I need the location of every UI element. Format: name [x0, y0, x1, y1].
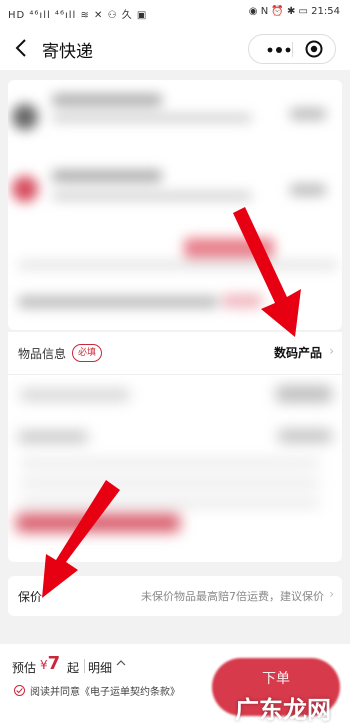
insurance-hint: 未保价物品最高赔7倍运费，建议保价 [141, 590, 324, 603]
miniapp-capsule [248, 34, 336, 64]
watermark-logo: 广东龙网 [235, 696, 331, 724]
back-arrow-icon[interactable] [12, 36, 32, 60]
capsule-divider [292, 42, 293, 57]
agreement-text[interactable]: 阅读并同意《电子运单契约条款》 [30, 683, 180, 698]
red-arrow-down-icon [233, 207, 301, 337]
price-divider [84, 659, 85, 673]
chevron-right-icon: › [329, 587, 334, 601]
goods-type-value: 数码产品 [273, 346, 322, 360]
goods-info-label: 物品信息 [18, 347, 67, 361]
red-arrow-down-left-icon [42, 480, 120, 598]
more-icon[interactable] [267, 47, 291, 53]
price-from-label: 起 [67, 661, 80, 675]
nav-bar: 寄快递 [0, 26, 350, 70]
status-right-icons: ◉ N ⏰ ✱ ▭ 21:54 [248, 6, 340, 17]
chevron-up-icon[interactable] [116, 658, 126, 668]
agreement-checkbox[interactable] [14, 685, 25, 696]
close-miniapp-icon[interactable] [305, 40, 323, 58]
estimated-price: ¥7 [40, 653, 61, 674]
price-detail-button[interactable]: 明细 [88, 659, 112, 676]
page-title: 寄快递 [42, 42, 93, 62]
required-badge: 必填 [72, 344, 103, 362]
place-order-label: 下单 [262, 671, 290, 687]
status-bar: HD ⁴⁶ıll ⁴⁶ıll ≋ ✕ ⚇ 久 ▣ ◉ N ⏰ ✱ ▭ 21:54 [0, 0, 350, 26]
estimate-label: 预估 [12, 661, 37, 675]
status-left-icons: HD ⁴⁶ıll ⁴⁶ıll ≋ ✕ ⚇ 久 ▣ [8, 10, 148, 21]
chevron-right-icon: › [329, 344, 334, 358]
check-icon [16, 688, 23, 694]
